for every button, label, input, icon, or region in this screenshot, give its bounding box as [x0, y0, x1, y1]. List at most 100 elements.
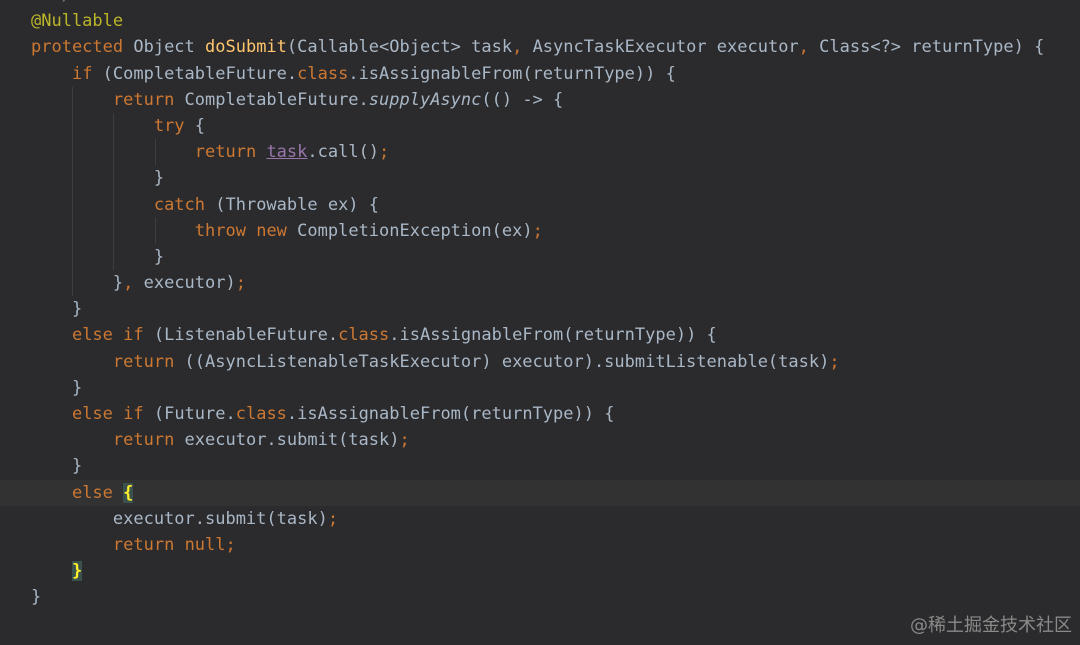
code-token: ; [225, 534, 236, 555]
code-token: { [123, 482, 134, 503]
code-token: ((AsyncListenableTaskExecutor) executor)… [174, 351, 830, 372]
code-token: Object [123, 37, 206, 58]
code-token: throw [194, 220, 246, 241]
code-line[interactable]: catch (Throwable ex) { [0, 192, 1080, 218]
code-line[interactable]: return task.call(); [0, 139, 1080, 165]
code-token: , [123, 273, 134, 294]
code-area[interactable]: */ @Nullableprotected Object doSubmit(Cal… [0, 0, 1080, 611]
code-token: .isAssignableFrom(returnType)) { [286, 404, 615, 424]
code-token: (Future. [143, 404, 236, 424]
code-line[interactable]: else if (ListenableFuture.class.isAssign… [0, 322, 1080, 348]
code-token: protected [31, 37, 124, 58]
code-token: } [71, 561, 83, 582]
code-token: ; [532, 220, 543, 241]
code-line[interactable]: } [0, 375, 1080, 401]
code-line[interactable]: if (CompletableFuture.class.isAssignable… [0, 61, 1080, 87]
code-token: } [31, 273, 124, 294]
code-token: } [31, 456, 83, 477]
code-token: class [235, 404, 287, 424]
code-token: return [112, 351, 175, 372]
code-token: return [112, 534, 175, 555]
code-token: , [798, 37, 809, 58]
code-token: catch [153, 194, 206, 215]
code-line[interactable]: } [0, 244, 1080, 270]
code-token: .isAssignableFrom(returnType)) { [389, 325, 717, 346]
code-token: ; [399, 430, 410, 451]
code-token: return [194, 142, 257, 163]
code-line[interactable]: else { [0, 479, 1080, 506]
code-token: (ListenableFuture. [143, 325, 339, 346]
code-line[interactable]: */ [0, 0, 1080, 8]
code-line[interactable]: @Nullable [0, 8, 1080, 34]
code-line[interactable]: try { [0, 113, 1080, 139]
code-token: @Nullable [31, 11, 124, 32]
code-token: executor) [133, 273, 236, 294]
code-token: ; [379, 142, 390, 163]
code-token: (Throwable ex) { [205, 194, 380, 215]
indent-guide [113, 113, 114, 271]
code-token: else if [71, 325, 144, 346]
code-token: AsyncTaskExecutor executor [522, 37, 799, 58]
code-line[interactable]: executor.submit(task); [0, 506, 1080, 532]
code-line[interactable]: protected Object doSubmit(Callable<Objec… [0, 34, 1080, 60]
code-token: .isAssignableFrom(returnType)) { [348, 63, 676, 84]
code-line[interactable]: return CompletableFuture.supplyAsync(() … [0, 87, 1080, 113]
code-token: task [266, 142, 308, 163]
code-line[interactable]: } [0, 453, 1080, 479]
code-token: */ [31, 0, 71, 5]
code-line[interactable]: }, executor); [0, 270, 1080, 296]
code-token: executor.submit(task) [174, 430, 400, 451]
code-token: class [338, 325, 390, 346]
code-token: class [297, 63, 349, 84]
code-line[interactable]: return null; [0, 532, 1080, 558]
code-token: if [71, 63, 93, 84]
code-token: else if [71, 404, 144, 424]
code-token: try [153, 115, 185, 136]
indent-guide [155, 217, 156, 244]
code-line[interactable]: } [0, 296, 1080, 322]
code-line[interactable]: else if (Future.class.isAssignableFrom(r… [0, 401, 1080, 427]
code-token: executor.submit(task) [31, 508, 328, 529]
indent-guide [72, 86, 73, 297]
code-token: } [31, 168, 165, 189]
code-token: CompletableFuture. [174, 89, 369, 110]
code-line[interactable]: } [0, 165, 1080, 191]
code-token: doSubmit [205, 37, 287, 58]
code-token: return [112, 430, 175, 451]
code-token: } [31, 587, 42, 608]
code-token: supplyAsync [368, 89, 482, 110]
code-line[interactable]: return executor.submit(task); [0, 427, 1080, 453]
code-token: null [184, 534, 226, 555]
code-token: .call() [307, 142, 380, 163]
code-line[interactable]: throw new CompletionException(ex); [0, 218, 1080, 244]
code-token: , [512, 37, 523, 58]
code-token: return [112, 89, 175, 110]
code-token: (CompletableFuture. [92, 63, 298, 84]
code-token: (() -> { [481, 89, 564, 110]
code-token: CompletionException(ex) [286, 220, 533, 241]
code-line[interactable]: } [0, 558, 1080, 584]
code-token: Class<?> returnType) { [808, 37, 1045, 58]
code-line[interactable]: return ((AsyncListenableTaskExecutor) ex… [0, 349, 1080, 375]
code-editor[interactable]: */ @Nullableprotected Object doSubmit(Cal… [0, 0, 1080, 645]
watermark: @稀土掘金技术社区 [910, 615, 1072, 636]
code-token: ; [829, 351, 840, 372]
code-token: } [31, 246, 165, 267]
code-token: { [184, 115, 206, 136]
code-token: new [256, 220, 287, 241]
code-token: } [31, 377, 83, 398]
code-line[interactable]: } [0, 584, 1080, 610]
